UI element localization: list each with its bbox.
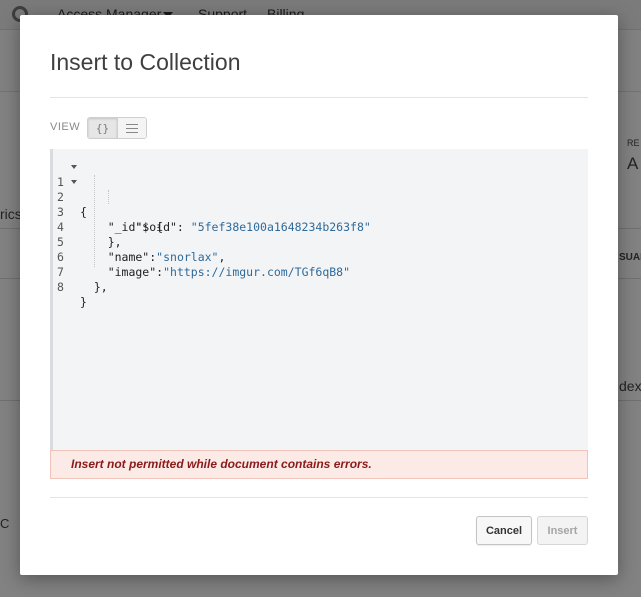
line-number: 8 <box>57 280 64 294</box>
view-label: VIEW <box>50 121 81 133</box>
list-view-button[interactable] <box>117 118 146 138</box>
fold-toggle-icon[interactable] <box>71 165 77 169</box>
line-text: } <box>80 295 87 309</box>
json-editor[interactable]: 1 { 2 "_id": { 3 "$oid": "5fef38e100a164… <box>50 149 588 450</box>
json-braces-icon: {} <box>95 121 110 135</box>
code-line: 6 "image":"https://imgur.com/TGf6qB8" <box>53 235 588 279</box>
indent-guide <box>94 175 95 267</box>
code-line: 2 "_id": { <box>53 175 588 234</box>
cancel-button[interactable]: Cancel <box>476 516 532 545</box>
modal-title: Insert to Collection <box>50 49 241 75</box>
code-line: 8 } <box>53 265 588 309</box>
json-view-button[interactable]: {} <box>88 118 117 138</box>
header-divider <box>50 97 588 98</box>
indent-guide <box>108 190 109 204</box>
footer-divider <box>50 497 588 498</box>
code-line: 5 "name":"snorlax", <box>53 220 588 264</box>
fold-toggle-icon[interactable] <box>71 180 77 184</box>
insert-button[interactable]: Insert <box>537 516 588 545</box>
code-line: 1 { <box>53 160 588 219</box>
code-area[interactable]: 1 { 2 "_id": { 3 "$oid": "5fef38e100a164… <box>53 160 588 309</box>
code-line: 7 }, <box>53 250 588 294</box>
list-view-icon <box>126 123 138 133</box>
error-message: Insert not permitted while document cont… <box>50 450 588 479</box>
insert-document-modal: Insert to Collection VIEW {} 1 { 2 "_id"… <box>20 15 618 575</box>
code-line: 4 }, <box>53 205 588 249</box>
view-mode-toggle: {} <box>87 117 147 139</box>
code-line: 3 "$oid": "5fef38e100a1648234b263f8" <box>53 190 588 234</box>
